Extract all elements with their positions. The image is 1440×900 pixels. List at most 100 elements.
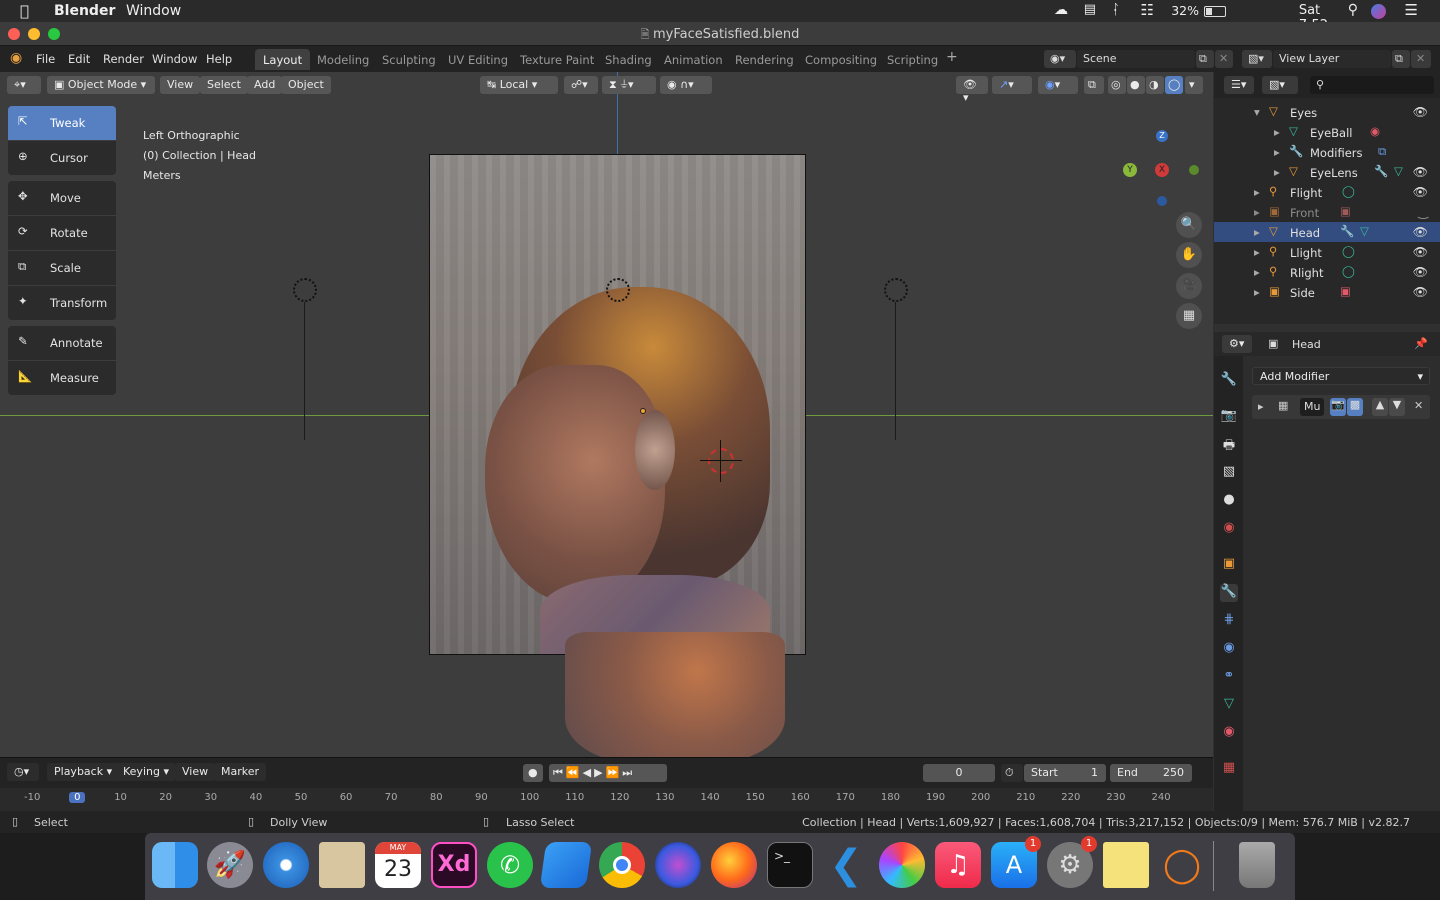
pin-icon[interactable]: 📌 bbox=[1414, 337, 1428, 350]
outliner-row-head[interactable]: ▸ ▽ Head 🔧 ▽ 👁 bbox=[1214, 222, 1440, 242]
system-preferences-icon[interactable]: ⚙ 1 bbox=[1047, 836, 1097, 888]
scene-tab-icon[interactable]: ● bbox=[1220, 492, 1238, 510]
tab-sculpting[interactable]: Sculpting bbox=[374, 49, 444, 70]
timeline-menu-marker[interactable]: Marker bbox=[214, 763, 267, 781]
editor-type-icon[interactable]: ⌖▾ bbox=[7, 76, 41, 94]
3d-cursor[interactable] bbox=[708, 448, 734, 474]
light-object-top[interactable] bbox=[606, 278, 630, 302]
battery-icon[interactable] bbox=[1204, 6, 1226, 17]
outliner-editor-type-icon[interactable]: ☰▾ bbox=[1224, 76, 1254, 94]
render-tab-icon[interactable]: 📷 bbox=[1220, 408, 1238, 426]
add-workspace-button[interactable]: + bbox=[946, 49, 958, 65]
outliner-row-llight[interactable]: ▸ ⚲ Llight ◯ 👁 bbox=[1214, 242, 1440, 262]
tab-scripting[interactable]: Scripting bbox=[879, 49, 946, 70]
jump-start-icon[interactable]: ⏮ bbox=[553, 766, 566, 779]
remove-modifier-icon[interactable]: ✕ bbox=[1414, 399, 1423, 412]
vscode-icon[interactable]: ❮ bbox=[823, 842, 869, 888]
view-layer-tab-icon[interactable]: ▧ bbox=[1220, 464, 1238, 482]
preview-icon[interactable] bbox=[319, 842, 365, 888]
tab-layout[interactable]: Layout bbox=[255, 49, 311, 70]
blender-dock-icon[interactable]: ◯ bbox=[1159, 842, 1205, 888]
expand-arrow-icon[interactable]: ▸ bbox=[1254, 245, 1260, 259]
camera-view-icon[interactable]: 🎥 bbox=[1176, 273, 1202, 299]
window-menu[interactable]: Window bbox=[126, 3, 181, 19]
blender-logo-icon[interactable]: ◉ bbox=[10, 50, 22, 66]
world-tab-icon[interactable]: ◉ bbox=[1220, 520, 1238, 538]
expand-arrow-icon[interactable]: ▸ bbox=[1274, 145, 1280, 159]
tool-scale[interactable]: ⧉ Scale bbox=[8, 251, 116, 285]
app-store-icon[interactable]: A1 bbox=[991, 836, 1041, 888]
record-icon[interactable]: ● bbox=[523, 764, 543, 782]
outliner-row-modifiers[interactable]: ▸ 🔧 Modifiers ⧉ bbox=[1214, 142, 1440, 162]
outliner-row-flight[interactable]: ▸ ⚲ Flight ◯ 👁 bbox=[1214, 182, 1440, 202]
overlays-toggle-icon[interactable]: ◉▾ bbox=[1038, 76, 1078, 94]
eye-icon[interactable]: 👁 bbox=[1413, 285, 1428, 299]
terminal-icon[interactable]: >_ bbox=[767, 842, 813, 888]
music-icon[interactable]: ♫ bbox=[935, 842, 981, 888]
timeline-ruler[interactable]: -10 0 10 20 30 40 50 60 70 80 90 100 110 120 130 140 150… bbox=[0, 788, 1213, 812]
expand-arrow-icon[interactable]: ▸ bbox=[1254, 225, 1260, 239]
tab-compositing[interactable]: Compositing bbox=[797, 49, 885, 70]
tool-measure[interactable]: 📐 Measure bbox=[8, 361, 116, 395]
photos-icon[interactable] bbox=[879, 842, 925, 888]
solid-shading-icon[interactable]: ● bbox=[1127, 76, 1145, 94]
outliner-row-eyeball[interactable]: ▸ ▽ EyeBall ◉ bbox=[1214, 122, 1440, 142]
delete-scene-icon[interactable]: ✕ bbox=[1215, 50, 1233, 68]
tool-cursor[interactable]: ⊕ Cursor bbox=[8, 141, 116, 175]
tool-annotate[interactable]: ✎ Annotate bbox=[8, 326, 116, 360]
play-reverse-icon[interactable]: ◀ bbox=[583, 766, 594, 779]
expand-arrow-icon[interactable]: ▸ bbox=[1254, 205, 1260, 219]
app-menu[interactable]: Blender bbox=[54, 3, 115, 19]
outliner-search-input[interactable]: ⚲ bbox=[1310, 76, 1434, 94]
modifier-tab-icon[interactable]: 🔧 bbox=[1220, 584, 1238, 602]
wifi-icon[interactable]: ☷ bbox=[1141, 1, 1154, 19]
siri-icon[interactable] bbox=[1371, 4, 1386, 19]
properties-editor-type-icon[interactable]: ⚙▾ bbox=[1222, 335, 1252, 353]
expand-arrow-icon[interactable]: ▸ bbox=[1254, 185, 1260, 199]
chrome-icon[interactable] bbox=[599, 842, 645, 888]
outliner-row-front[interactable]: ▸ ▣ Front ▣ ‿ bbox=[1214, 202, 1440, 222]
snap-icon[interactable]: ⧗ ⏚▾ bbox=[602, 76, 656, 94]
new-view-layer-icon[interactable]: ⧉ bbox=[1392, 50, 1410, 68]
outliner-row-eyelens[interactable]: ▸ ▽ EyeLens 🔧 ▽ 👁 bbox=[1214, 162, 1440, 182]
texture-tab-icon[interactable]: ▦ bbox=[1220, 760, 1238, 778]
finder-icon[interactable] bbox=[152, 842, 198, 888]
reference-image[interactable] bbox=[429, 154, 806, 655]
gizmo-toggle-icon[interactable]: ↗▾ bbox=[992, 76, 1032, 94]
timeline-menu-playback[interactable]: Playback ▾ bbox=[47, 763, 120, 781]
gizmo-z-axis[interactable]: Z bbox=[1156, 130, 1168, 142]
launchpad-icon[interactable]: 🚀 bbox=[207, 842, 253, 888]
material-tab-icon[interactable]: ◉ bbox=[1220, 724, 1238, 742]
move-up-icon[interactable]: ▲ bbox=[1372, 398, 1388, 416]
menu-window[interactable]: Window bbox=[152, 52, 197, 66]
tab-rendering[interactable]: Rendering bbox=[727, 49, 802, 70]
outliner-row-side[interactable]: ▸ ▣ Side ▣ 👁 bbox=[1214, 282, 1440, 302]
head-mesh-bust[interactable] bbox=[565, 632, 785, 757]
prev-keyframe-icon[interactable]: ⏪ bbox=[566, 766, 583, 779]
calendar-icon[interactable]: MAY 23 bbox=[375, 842, 421, 888]
shading-options-icon[interactable]: ▾ bbox=[1185, 76, 1203, 94]
eye-icon[interactable]: 👁 bbox=[1413, 185, 1428, 199]
viewport-menu-object[interactable]: Object bbox=[281, 76, 331, 94]
3d-viewport[interactable]: ⌖▾ ▣ Object Mode ▾ View Select Add Objec… bbox=[0, 72, 1213, 757]
notification-center-icon[interactable]: ☰ bbox=[1405, 1, 1418, 19]
gizmo-neg-z[interactable] bbox=[1157, 196, 1167, 206]
adobe-xd-icon[interactable]: Xd bbox=[431, 842, 477, 888]
xray-toggle-icon[interactable]: ⧉ bbox=[1084, 76, 1104, 94]
tool-move[interactable]: ✥ Move bbox=[8, 181, 116, 215]
collapse-arrow-icon[interactable]: ▸ bbox=[1258, 400, 1264, 413]
spotlight-icon[interactable]: ⚲ bbox=[1348, 2, 1358, 18]
preview-range-icon[interactable]: ⏱ bbox=[1001, 764, 1023, 782]
menu-file[interactable]: File bbox=[36, 52, 55, 66]
expand-arrow-icon[interactable]: ▸ bbox=[1254, 285, 1260, 299]
display-mode-icon[interactable]: ▧▾ bbox=[1262, 76, 1298, 94]
tool-settings-tab-icon[interactable]: 🔧 bbox=[1220, 372, 1238, 390]
visibility-selector-icon[interactable]: 👁▾ bbox=[956, 76, 988, 104]
tool-rotate[interactable]: ⟳ Rotate bbox=[8, 216, 116, 250]
data-tab-icon[interactable]: ▽ bbox=[1220, 696, 1238, 714]
tab-shading[interactable]: Shading bbox=[597, 49, 660, 70]
modifier-panel-header[interactable]: ▸ ▦ Mu 📷 ▩ ▲ ▼ ✕ bbox=[1252, 395, 1430, 419]
expand-arrow-icon[interactable]: ▸ bbox=[1274, 125, 1280, 139]
outliner-row-rlight[interactable]: ▸ ⚲ Rlight ◯ 👁 bbox=[1214, 262, 1440, 282]
object-origin[interactable] bbox=[640, 408, 646, 414]
